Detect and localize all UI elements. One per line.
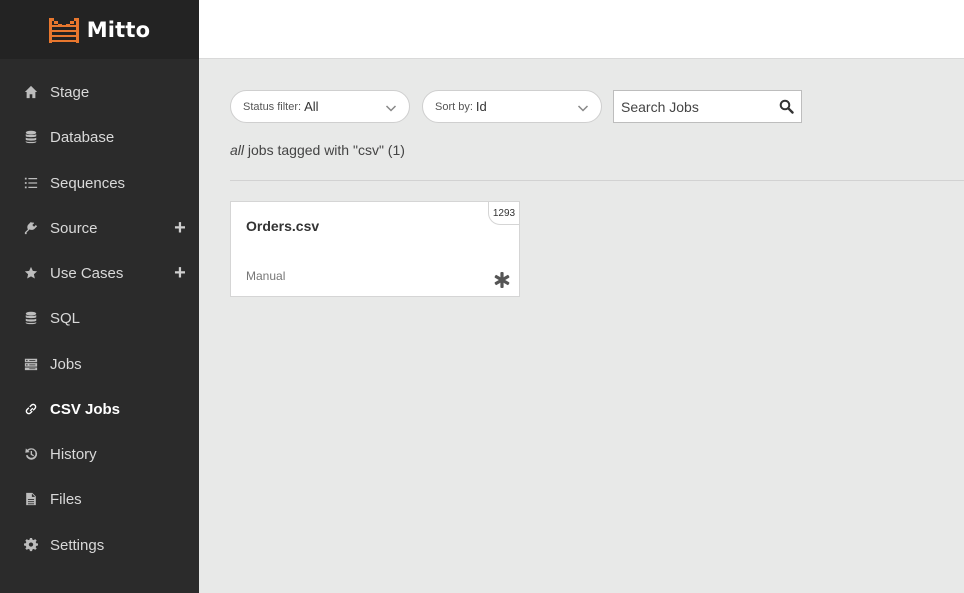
sidebar-item-label: Jobs	[50, 355, 82, 373]
sort-by-value: Id	[475, 99, 487, 114]
summary-scope: all	[230, 142, 245, 158]
star-icon	[23, 265, 39, 281]
sidebar-item-label: History	[50, 445, 97, 463]
sort-by-select[interactable]: Sort by: Id	[422, 90, 602, 123]
sidebar-item-source[interactable]: Source +	[0, 208, 199, 248]
summary-text: jobs tagged with "csv" (1)	[244, 142, 405, 158]
sidebar-item-sequences[interactable]: Sequences	[0, 163, 199, 203]
asterisk-icon	[493, 271, 511, 289]
sidebar-item-jobs[interactable]: Jobs	[0, 344, 199, 384]
job-schedule: Manual	[246, 269, 286, 283]
job-title: Orders.csv	[246, 218, 320, 234]
search-box	[613, 90, 802, 123]
sidebar-item-use-cases[interactable]: Use Cases +	[0, 253, 199, 293]
sidebar-item-label: Database	[50, 128, 115, 146]
chevron-down-icon	[385, 101, 397, 113]
gear-icon	[23, 537, 39, 553]
sidebar: Mitto Stage Database Sequences Source + …	[0, 0, 199, 593]
sidebar-item-label: Use Cases	[50, 264, 124, 282]
sidebar-item-settings[interactable]: Settings	[0, 525, 199, 565]
history-icon	[23, 446, 39, 462]
sidebar-item-label: SQL	[50, 309, 81, 327]
database-icon	[23, 129, 39, 145]
top-bar	[199, 0, 964, 59]
database-icon	[23, 310, 39, 326]
mitto-logo	[48, 17, 79, 43]
search-icon[interactable]	[779, 99, 794, 114]
expand-source-icon[interactable]: +	[172, 218, 188, 238]
server-icon	[23, 356, 39, 372]
sidebar-item-database[interactable]: Database	[0, 117, 199, 157]
home-icon	[23, 84, 39, 100]
chevron-down-icon	[577, 101, 589, 113]
plug-icon	[23, 220, 39, 236]
list-icon	[23, 175, 39, 191]
sidebar-item-csv-jobs[interactable]: CSV Jobs	[0, 389, 199, 429]
sidebar-item-label: CSV Jobs	[50, 400, 121, 418]
brand-name: Mitto	[86, 17, 151, 42]
link-icon	[23, 401, 39, 417]
sidebar-item-label: Source	[50, 219, 98, 237]
expand-use-cases-icon[interactable]: +	[172, 263, 188, 283]
divider	[230, 180, 964, 181]
brand[interactable]: Mitto	[0, 0, 199, 59]
sort-by-label: Sort by:	[435, 100, 473, 113]
status-filter-select[interactable]: Status filter: All	[230, 90, 410, 123]
sidebar-item-label: Files	[50, 490, 82, 508]
search-input[interactable]	[614, 91, 774, 122]
sidebar-item-label: Sequences	[50, 174, 126, 192]
results-summary: all jobs tagged with "csv" (1)	[230, 142, 405, 158]
status-filter-value: All	[304, 99, 319, 114]
sidebar-item-label: Settings	[50, 536, 105, 554]
sidebar-item-history[interactable]: History	[0, 434, 199, 474]
file-icon	[23, 491, 39, 507]
job-card[interactable]: Orders.csv Manual 1293	[230, 201, 520, 297]
job-id-badge: 1293	[488, 201, 520, 225]
sidebar-item-label: Stage	[50, 83, 90, 101]
status-filter-label: Status filter:	[243, 100, 302, 113]
sidebar-item-files[interactable]: Files	[0, 479, 199, 519]
sidebar-item-stage[interactable]: Stage	[0, 72, 199, 112]
sidebar-item-sql[interactable]: SQL	[0, 298, 199, 338]
